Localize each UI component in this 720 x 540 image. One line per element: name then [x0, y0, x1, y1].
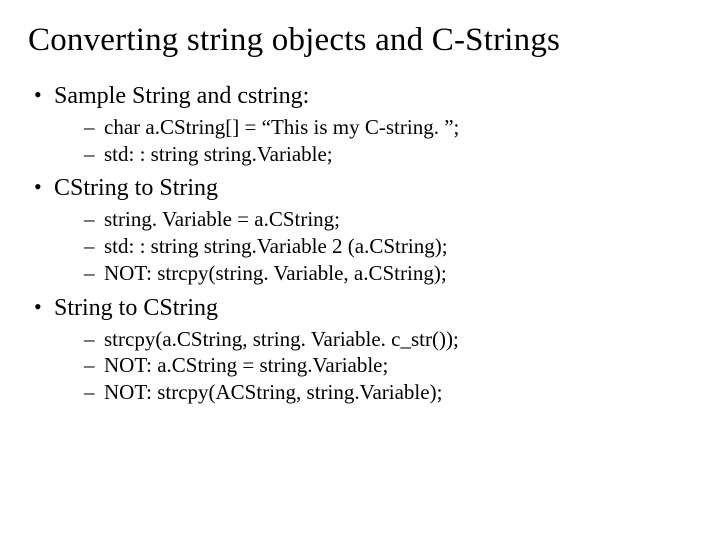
sub-item: string. Variable = a.CString;	[54, 206, 692, 233]
bullet-item: CString to String string. Variable = a.C…	[28, 173, 692, 286]
bullet-label: CString to String	[54, 175, 218, 201]
bullet-item: String to CString strcpy(a.CString, stri…	[28, 293, 692, 406]
sub-item: std: : string string.Variable;	[54, 141, 692, 168]
sub-list: char a.CString[] = “This is my C-string.…	[54, 114, 692, 168]
sub-item: NOT: strcpy(ACString, string.Variable);	[54, 379, 692, 406]
bullet-list: Sample String and cstring: char a.CStrin…	[28, 81, 692, 406]
sub-item: NOT: strcpy(string. Variable, a.CString)…	[54, 260, 692, 287]
sub-item: NOT: a.CString = string.Variable;	[54, 352, 692, 379]
slide-title: Converting string objects and C-Strings	[28, 22, 692, 59]
bullet-item: Sample String and cstring: char a.CStrin…	[28, 81, 692, 167]
sub-item: strcpy(a.CString, string. Variable. c_st…	[54, 326, 692, 353]
bullet-label: String to CString	[54, 295, 218, 321]
sub-list: strcpy(a.CString, string. Variable. c_st…	[54, 326, 692, 407]
sub-list: string. Variable = a.CString; std: : str…	[54, 206, 692, 287]
slide: Converting string objects and C-Strings …	[0, 0, 720, 406]
sub-item: std: : string string.Variable 2 (a.CStri…	[54, 233, 692, 260]
sub-item: char a.CString[] = “This is my C-string.…	[54, 114, 692, 141]
bullet-label: Sample String and cstring:	[54, 83, 309, 109]
